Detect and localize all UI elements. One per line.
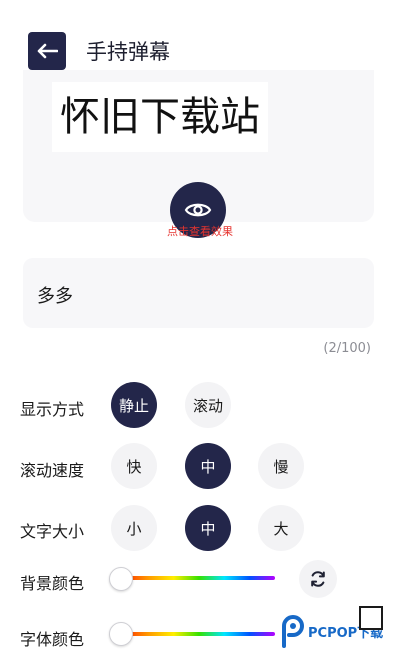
refresh-icon: [311, 571, 325, 587]
font-color-slider[interactable]: [123, 632, 275, 636]
input-value: 多多: [37, 286, 73, 307]
display-mode-label: 显示方式: [20, 400, 85, 419]
danmaku-text-input[interactable]: 多多: [23, 258, 374, 328]
preview-hint: 点击查看效果: [167, 225, 233, 238]
header-bar: 手持弹幕: [0, 0, 400, 70]
eye-icon: [184, 203, 212, 217]
font-size-large-option[interactable]: 大: [258, 505, 304, 551]
bg-color-label: 背景颜色: [20, 574, 85, 593]
speed-medium-option[interactable]: 中: [185, 443, 231, 489]
arrow-left-icon: [37, 43, 58, 59]
speed-fast-option[interactable]: 快: [111, 443, 157, 489]
font-color-label: 字体颜色: [20, 630, 85, 649]
display-mode-scroll-option[interactable]: 滚动: [185, 382, 231, 428]
back-button[interactable]: [28, 32, 66, 70]
font-size-medium-option[interactable]: 中: [185, 505, 231, 551]
font-color-slider-knob[interactable]: [109, 622, 133, 646]
speed-slow-option[interactable]: 慢: [258, 443, 304, 489]
display-mode-static-option[interactable]: 静止: [111, 382, 157, 428]
font-size-label: 文字大小: [20, 522, 85, 541]
bg-color-slider[interactable]: [123, 576, 275, 580]
page-title: 手持弹幕: [86, 40, 170, 64]
font-size-small-option[interactable]: 小: [111, 505, 157, 551]
bg-color-slider-knob[interactable]: [109, 567, 133, 591]
watermark-logo-icon: [282, 615, 304, 648]
bg-color-reset-button[interactable]: [299, 560, 337, 598]
danmaku-preview-text: 怀旧下载站: [52, 82, 268, 152]
char-counter: (2/100): [323, 341, 371, 356]
square-icon[interactable]: [359, 606, 383, 630]
scroll-speed-label: 滚动速度: [20, 461, 85, 480]
